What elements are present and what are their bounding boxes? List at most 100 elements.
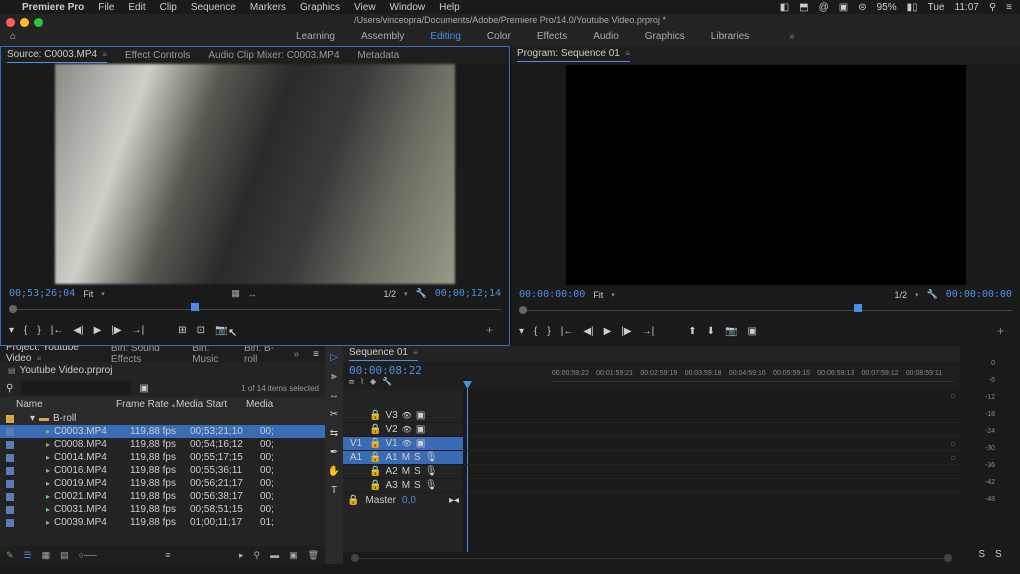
timeline-tc[interactable]: 00:00:08:22 xyxy=(349,364,422,377)
automate-icon[interactable]: ▸ xyxy=(239,550,244,561)
dropbox-icon[interactable]: ⬒ xyxy=(799,2,808,13)
delete-icon[interactable]: 🗑 xyxy=(308,550,319,561)
col-mediastart[interactable]: Media Start xyxy=(176,399,246,410)
icon-view-icon[interactable]: ▦ xyxy=(42,550,51,561)
col-mediaend[interactable]: Media xyxy=(246,399,286,410)
type-tool-icon[interactable]: T xyxy=(331,485,337,496)
link-icon[interactable]: ⌇ xyxy=(360,377,364,387)
ws-graphics[interactable]: Graphics xyxy=(645,31,685,42)
bin-icon[interactable]: ▣ xyxy=(139,383,148,394)
marker-icon[interactable]: ◆ xyxy=(370,377,376,387)
sort-icon[interactable]: ≡ xyxy=(165,550,170,560)
tab-sequence[interactable]: Sequence 01 ≡ xyxy=(349,347,418,361)
ws-color[interactable]: Color xyxy=(487,31,511,42)
tab-source[interactable]: Source: C0003.MP4 ≡ xyxy=(7,49,107,63)
minimize-button[interactable] xyxy=(20,18,29,27)
clip-row[interactable]: ▸ C0019.MP4119,88 fps00;56;21;1700; xyxy=(0,477,325,490)
compare-icon[interactable]: ▣ xyxy=(747,326,756,337)
tab-audio-mixer[interactable]: Audio Clip Mixer: C0003.MP4 xyxy=(208,50,339,61)
extract-icon[interactable]: ⬇ xyxy=(707,326,715,337)
tab-metadata[interactable]: Metadata xyxy=(358,50,400,61)
program-zoom[interactable]: Fit xyxy=(593,290,603,300)
new-item-icon[interactable]: ▣ xyxy=(289,550,298,561)
menu-markers[interactable]: Markers xyxy=(250,2,286,13)
ws-audio[interactable]: Audio xyxy=(593,31,619,42)
goto-out-icon[interactable]: →| xyxy=(132,325,145,336)
program-tc-in[interactable]: 00:00:00:00 xyxy=(519,289,585,300)
source-zoom[interactable]: Fit xyxy=(83,289,93,299)
list-view-icon[interactable]: ☰ xyxy=(24,550,32,561)
goto-in-icon[interactable]: |← xyxy=(51,325,64,336)
tab-program[interactable]: Program: Sequence 01 ≡ xyxy=(517,48,630,62)
wifi-icon[interactable]: ⊜ xyxy=(858,2,866,13)
program-tc-out[interactable]: 00:00:00:00 xyxy=(946,289,1012,300)
track-a2[interactable]: 🔒A2MS🎙 xyxy=(343,465,463,479)
pen-tool-icon[interactable]: ✒ xyxy=(330,447,338,458)
maximize-button[interactable] xyxy=(34,18,43,27)
selection-tool-icon[interactable]: ▷ xyxy=(330,352,338,363)
track-v2[interactable]: 🔒V2👁▣ xyxy=(343,423,463,437)
timeline-scroll[interactable] xyxy=(343,552,960,564)
out-icon[interactable]: } xyxy=(37,325,40,336)
insert-icon[interactable]: ⊞ xyxy=(178,325,186,336)
ripple-tool-icon[interactable]: ↔ xyxy=(329,390,339,401)
new-item-icon[interactable]: ✎ xyxy=(6,550,14,561)
marker-icon[interactable]: ▾ xyxy=(9,325,14,336)
step-back-icon[interactable]: ◀| xyxy=(73,325,83,336)
display-icon[interactable]: ▣ xyxy=(839,2,848,13)
wrench-icon[interactable]: 🔧 xyxy=(416,288,427,299)
source-scrubber[interactable] xyxy=(9,301,501,317)
project-search[interactable] xyxy=(21,381,131,395)
hand-tool-icon[interactable]: ✋ xyxy=(328,466,340,477)
step-back-icon[interactable]: ◀| xyxy=(583,326,593,337)
search-icon[interactable]: ⚲ xyxy=(989,2,996,13)
ws-libraries[interactable]: Libraries xyxy=(711,31,749,42)
track-v1[interactable]: V1🔒V1👁▣ xyxy=(343,437,463,451)
bin-row[interactable]: ▾ ▬ B-roll xyxy=(0,412,325,425)
goto-in-icon[interactable]: |← xyxy=(561,326,574,337)
new-bin-icon[interactable]: ▬ xyxy=(270,550,279,560)
clip-row[interactable]: ▸ C0021.MP4119,88 fps00;56;38;1700; xyxy=(0,490,325,503)
clip-row[interactable]: ▸ C0016.MP4119,88 fps00;55;36;1100; xyxy=(0,464,325,477)
goto-out-icon[interactable]: →| xyxy=(642,326,655,337)
lift-icon[interactable]: ⬆ xyxy=(688,326,696,337)
close-button[interactable] xyxy=(6,18,15,27)
add-button-icon[interactable]: + xyxy=(486,323,501,337)
menu-graphics[interactable]: Graphics xyxy=(300,2,340,13)
track-select-icon[interactable]: ⫸ xyxy=(331,371,337,382)
menu-sequence[interactable]: Sequence xyxy=(191,2,236,13)
solo-right[interactable]: S xyxy=(995,549,1002,560)
ws-assembly[interactable]: Assembly xyxy=(361,31,404,42)
track-a3[interactable]: 🔒A3MS🎙 xyxy=(343,479,463,493)
export-frame-icon[interactable]: 📷 xyxy=(725,326,737,337)
source-viewer[interactable] xyxy=(1,64,509,284)
wrench-icon[interactable]: 🔧 xyxy=(927,289,938,300)
menu-help[interactable]: Help xyxy=(439,2,460,13)
source-tc-in[interactable]: 00;53;26;04 xyxy=(9,288,75,299)
overwrite-icon[interactable]: ⊡ xyxy=(197,325,205,336)
menu-view[interactable]: View xyxy=(354,2,376,13)
program-scrubber[interactable] xyxy=(519,302,1012,318)
col-name[interactable]: Name xyxy=(6,399,116,410)
timeline-ruler[interactable]: 00:00:59:2200:01:59:2100:02:59:1900:03:5… xyxy=(552,370,954,382)
freeform-icon[interactable]: ▤ xyxy=(60,550,69,561)
menu-edit[interactable]: Edit xyxy=(128,2,145,13)
ws-learning[interactable]: Learning xyxy=(296,31,335,42)
track-v3[interactable]: 🔒V3👁▣ xyxy=(343,409,463,423)
track-master[interactable]: 🔒Master0,0▸◂ xyxy=(343,493,463,507)
clip-row[interactable]: ▸ C0003.MP4119,88 fps00;53;21;1000; xyxy=(0,425,325,438)
source-tc-out[interactable]: 00;00;12;14 xyxy=(435,288,501,299)
workspace-overflow[interactable]: » xyxy=(789,31,795,42)
timeline-playhead[interactable] xyxy=(467,389,468,552)
track-area[interactable]: ○ ○ ○ xyxy=(463,389,960,552)
settings-icon[interactable]: ↔ xyxy=(248,289,257,299)
razor-tool-icon[interactable]: ✂ xyxy=(330,409,338,420)
play-icon[interactable]: ▶ xyxy=(604,326,612,337)
play-icon[interactable]: ▶ xyxy=(94,325,102,336)
program-resolution[interactable]: 1/2 xyxy=(895,290,908,300)
clip-row[interactable]: ▸ C0008.MP4119,88 fps00;54;16;1200; xyxy=(0,438,325,451)
step-fwd-icon[interactable]: |▶ xyxy=(111,325,121,336)
menu-clip[interactable]: Clip xyxy=(160,2,177,13)
out-icon[interactable]: } xyxy=(547,326,550,337)
source-resolution[interactable]: 1/2 xyxy=(384,289,397,299)
